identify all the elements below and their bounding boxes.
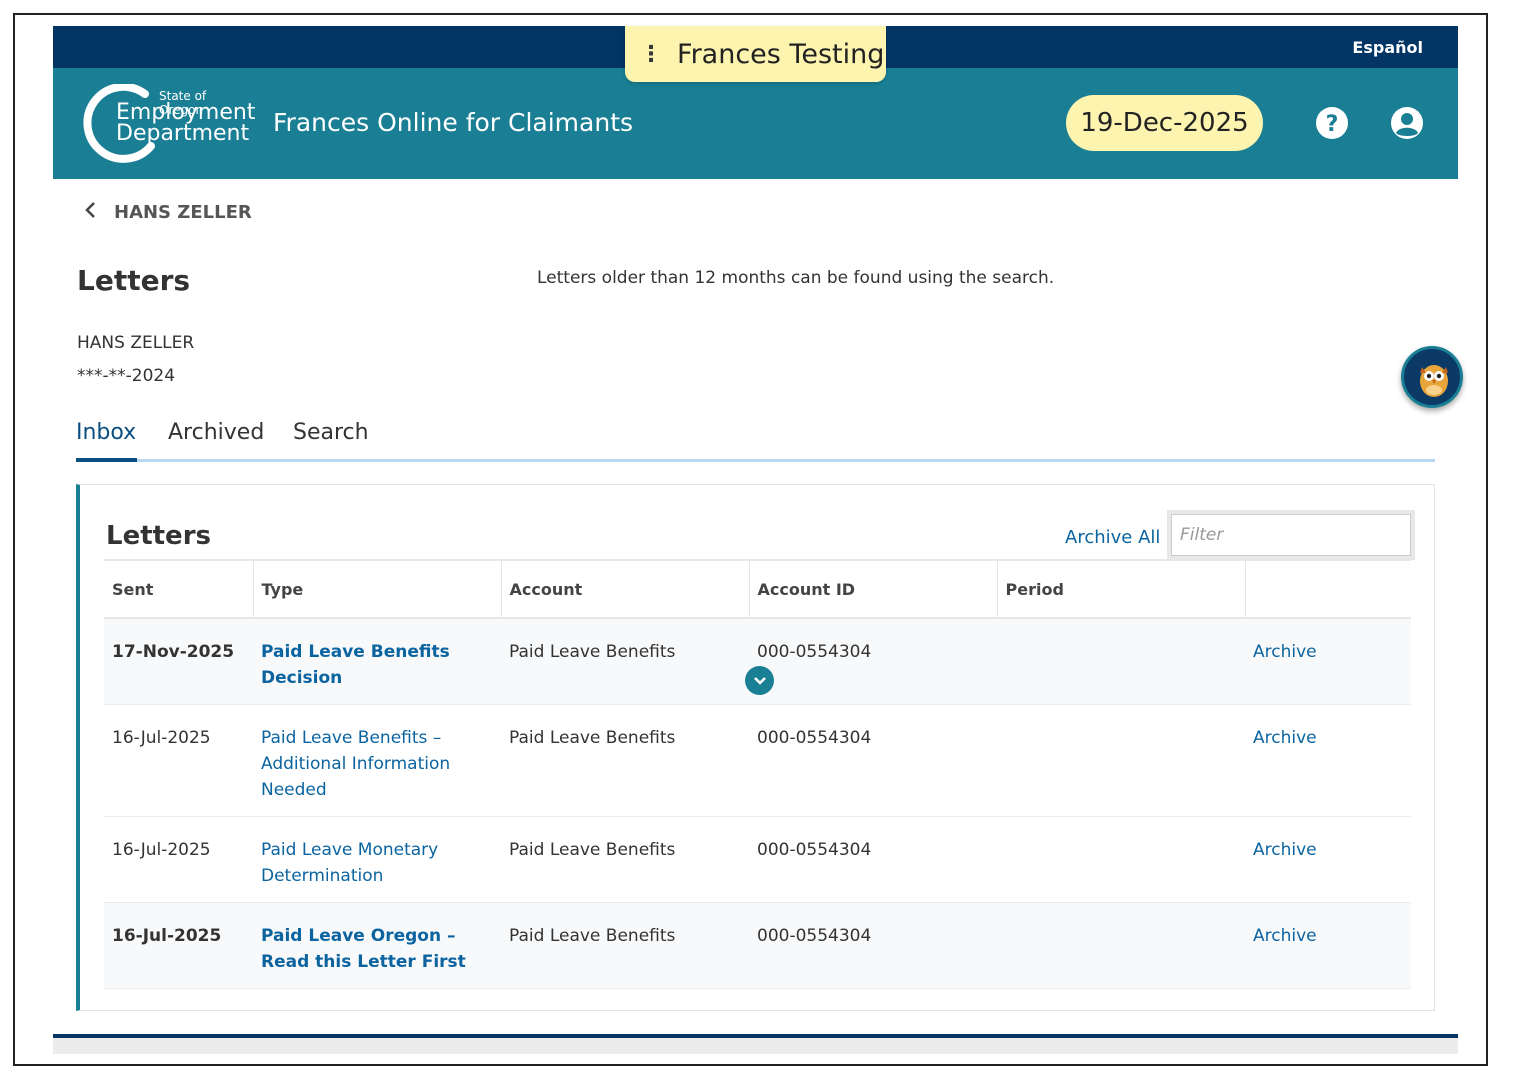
letters-tabs: Inbox Archived Search: [76, 418, 1435, 462]
table-row[interactable]: 16-Jul-2025 Paid Leave Benefits – Additi…: [104, 704, 1411, 817]
filter-field-wrapper: [1167, 510, 1415, 560]
column-header-account[interactable]: Account: [501, 559, 750, 619]
letters-card-title: Letters: [106, 521, 211, 551]
claimant-info: HANS ZELLER ***-**-2024: [77, 327, 194, 393]
cell-account: Paid Leave Benefits: [501, 704, 749, 817]
help-circle-icon[interactable]: ?: [1315, 106, 1349, 140]
letters-card: Letters Archive All Sent Type Account Ac…: [76, 484, 1435, 1011]
column-header-actions: [1245, 559, 1411, 619]
archive-link[interactable]: Archive: [1253, 728, 1317, 748]
column-header-type[interactable]: Type: [253, 559, 502, 619]
column-header-account-id[interactable]: Account ID: [749, 559, 998, 619]
tab-archived[interactable]: Archived: [168, 420, 264, 445]
cell-sent: 17-Nov-2025: [104, 618, 253, 705]
logo-line2: Department: [116, 121, 250, 146]
app-title: Frances Online for Claimants: [273, 108, 634, 137]
column-header-period[interactable]: Period: [997, 559, 1246, 619]
cell-sent: 16-Jul-2025: [104, 902, 253, 989]
cell-account-id: 000-0554304: [749, 618, 997, 705]
cell-account-id: 000-0554304: [749, 704, 997, 817]
app-header: State of Oregon Employment Department Fr…: [53, 68, 1458, 179]
active-tab-indicator: [76, 458, 137, 462]
claimant-ssn: ***-**-2024: [77, 366, 176, 386]
table-row[interactable]: 16-Jul-2025 Paid Leave Oregon – Read thi…: [104, 902, 1411, 989]
system-date-badge: 19-Dec-2025: [1066, 95, 1263, 151]
cell-account: Paid Leave Benefits: [501, 816, 749, 903]
kebab-menu-icon[interactable]: ⋮: [625, 41, 677, 67]
cell-period: [997, 902, 1245, 989]
footer-bar: [53, 1038, 1458, 1054]
expand-row-button[interactable]: [745, 666, 774, 695]
archive-link[interactable]: Archive: [1253, 642, 1317, 662]
table-header-row: Sent Type Account Account ID Period: [104, 559, 1411, 619]
filter-input[interactable]: [1171, 514, 1411, 556]
chevron-left-icon: [84, 200, 96, 224]
archive-all-button[interactable]: Archive All: [1065, 527, 1160, 548]
tab-search[interactable]: Search: [293, 420, 369, 445]
user-circle-icon[interactable]: [1390, 106, 1424, 140]
column-header-sent[interactable]: Sent: [104, 559, 254, 619]
cell-sent: 16-Jul-2025: [104, 704, 253, 817]
claimant-name: HANS ZELLER: [77, 333, 195, 353]
letter-type-link[interactable]: Paid Leave Benefits Decision: [261, 642, 450, 688]
cell-account-id: 000-0554304: [749, 902, 997, 989]
oregon-employment-logo[interactable]: State of Oregon Employment Department: [79, 84, 255, 164]
page-title: Letters: [77, 264, 191, 297]
svg-text:?: ?: [1326, 112, 1339, 137]
tab-inbox[interactable]: Inbox: [76, 420, 136, 445]
back-link-label: HANS ZELLER: [114, 201, 252, 223]
letter-type-link[interactable]: Paid Leave Benefits – Additional Informa…: [261, 728, 450, 800]
cell-account-id: 000-0554304: [749, 816, 997, 903]
back-to-claimant-link[interactable]: HANS ZELLER: [84, 200, 252, 224]
cell-account: Paid Leave Benefits: [501, 902, 749, 989]
cell-account: Paid Leave Benefits: [501, 618, 749, 705]
cell-period: [997, 618, 1245, 705]
archive-link[interactable]: Archive: [1253, 840, 1317, 860]
table-row[interactable]: 16-Jul-2025 Paid Leave Monetary Determin…: [104, 816, 1411, 903]
letter-type-link[interactable]: Paid Leave Oregon – Read this Letter Fir…: [261, 926, 466, 972]
cell-period: [997, 704, 1245, 817]
cell-period: [997, 816, 1245, 903]
letters-table: Sent Type Account Account ID Period 17-N…: [104, 559, 1411, 989]
chevron-down-icon: [753, 676, 766, 685]
letter-type-link[interactable]: Paid Leave Monetary Determination: [261, 840, 438, 886]
environment-label: Frances Testing: [677, 38, 885, 70]
archive-link[interactable]: Archive: [1253, 926, 1317, 946]
cell-sent: 16-Jul-2025: [104, 816, 253, 903]
language-link[interactable]: Español: [1352, 38, 1423, 57]
environment-badge[interactable]: ⋮ Frances Testing: [625, 26, 886, 82]
search-hint-text: Letters older than 12 months can be foun…: [537, 268, 1055, 288]
owl-assistant-icon[interactable]: [1401, 346, 1463, 408]
